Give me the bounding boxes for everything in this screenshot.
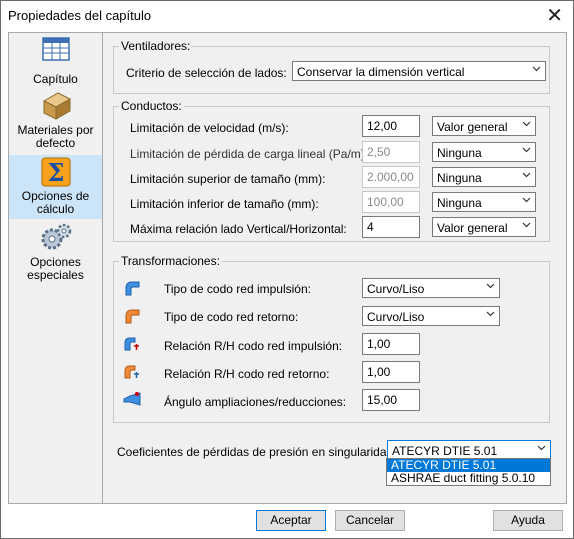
elbow-supply-icon	[125, 281, 140, 296]
velocidad-value: 12,00	[367, 119, 398, 133]
velocidad-label: Limitación de velocidad (m/s):	[130, 121, 289, 135]
duct-material-icon	[42, 92, 71, 120]
perdida-carga-value: 2,50	[367, 145, 391, 159]
sidebar-item-label: Opciones especiales	[27, 255, 84, 282]
svg-text:Σ: Σ	[47, 158, 64, 187]
criterio-value: Conservar la dimensión vertical	[297, 65, 465, 79]
perdida-carga-option-value: Ninguna	[437, 146, 482, 160]
chevron-down-icon	[532, 66, 541, 72]
angle-transition-icon	[123, 392, 141, 406]
dropdown-option-ashrae[interactable]: ASHRAE duct fitting 5.0.10	[387, 472, 550, 485]
coeficientes-value: ATECYR DTIE 5.01	[392, 444, 498, 458]
rh-retorno-value: 1,00	[367, 365, 391, 379]
cancel-button[interactable]: Cancelar	[335, 510, 405, 531]
tamano-inferior-label: Limitación inferior de tamaño (mm):	[130, 197, 319, 211]
properties-dialog: Propiedades del capítulo ✕ Capítulo Mate…	[0, 0, 574, 539]
angulo-value: 15,00	[367, 393, 398, 407]
coeficientes-select[interactable]: ATECYR DTIE 5.01	[387, 440, 551, 460]
table-icon	[41, 37, 70, 61]
angulo-label: Ángulo ampliaciones/reducciones:	[164, 395, 347, 409]
conductos-group: Conductos: Limitación de velocidad (m/s)…	[113, 99, 550, 242]
title-bar: Propiedades del capítulo ✕	[1, 1, 573, 31]
relacion-lados-option-value: Valor general	[437, 221, 508, 235]
help-button[interactable]: Ayuda	[493, 510, 563, 531]
sidebar-item-label: Materiales por defecto	[17, 123, 94, 150]
codo-retorno-label: Tipo de codo red retorno:	[164, 310, 299, 324]
velocidad-input[interactable]: 12,00	[362, 115, 420, 137]
velocidad-option-select[interactable]: Valor general	[432, 116, 536, 136]
rh-retorno-input[interactable]: 1,00	[362, 361, 420, 383]
elbow-return-icon	[125, 309, 140, 324]
rh-retorno-label: Relación R/H codo red retorno:	[164, 367, 330, 381]
chevron-down-icon	[522, 172, 531, 178]
codo-impulsion-value: Curvo/Liso	[367, 282, 425, 296]
velocidad-option-value: Valor general	[437, 120, 508, 134]
tamano-inferior-option-value: Ninguna	[437, 196, 482, 210]
perdida-carga-option-select[interactable]: Ninguna	[432, 142, 536, 162]
sidebar-item-capitulo[interactable]: Capítulo	[9, 37, 102, 89]
dialog-title: Propiedades del capítulo	[8, 8, 152, 23]
conductos-legend: Conductos:	[119, 99, 184, 113]
relacion-lados-option-select[interactable]: Valor general	[432, 217, 536, 237]
chevron-down-icon	[522, 197, 531, 203]
rh-impulsion-value: 1,00	[367, 337, 391, 351]
codo-impulsion-select[interactable]: Curvo/Liso	[362, 278, 500, 298]
sidebar-item-opciones-especiales[interactable]: Opciones especiales	[9, 223, 102, 283]
coeficientes-dropdown-list: ATECYR DTIE 5.01 ASHRAE duct fitting 5.0…	[386, 458, 551, 486]
ventiladores-group: Ventiladores: Criterio de selección de l…	[113, 39, 550, 94]
rh-impulsion-input[interactable]: 1,00	[362, 333, 420, 355]
ratio-supply-icon	[124, 337, 139, 351]
rh-impulsion-label: Relación R/H codo red impulsión:	[164, 339, 343, 353]
criterio-label: Criterio de selección de lados:	[126, 66, 287, 80]
tamano-superior-option-value: Ninguna	[437, 171, 482, 185]
content-panel: Ventiladores: Criterio de selección de l…	[102, 32, 567, 504]
sidebar-item-label: Capítulo	[33, 72, 78, 86]
tamano-inferior-value: 100,00	[367, 195, 404, 209]
close-icon[interactable]: ✕	[546, 4, 563, 28]
tamano-superior-option-select[interactable]: Ninguna	[432, 167, 536, 187]
tamano-inferior-input: 100,00	[362, 191, 420, 213]
sidebar-item-opciones-calculo[interactable]: Σ Opciones de cálculo	[9, 155, 102, 219]
codo-impulsion-label: Tipo de codo red impulsión:	[164, 282, 311, 296]
transformaciones-group: Transformaciones: Tipo de codo red impul…	[113, 254, 550, 423]
chevron-down-icon	[522, 121, 531, 127]
chevron-down-icon	[522, 147, 531, 153]
chevron-down-icon	[486, 283, 495, 289]
tamano-superior-input: 2.000,00	[362, 166, 420, 188]
relacion-lados-value: 4	[367, 220, 374, 234]
perdida-carga-input: 2,50	[362, 141, 420, 163]
sigma-icon: Σ	[41, 157, 70, 187]
perdida-carga-label: Limitación de pérdida de carga lineal (P…	[130, 147, 369, 161]
ventiladores-legend: Ventiladores:	[119, 39, 193, 53]
gears-icon	[41, 223, 71, 250]
relacion-lados-label: Máxima relación lado Vertical/Horizontal…	[130, 222, 347, 236]
criterio-select[interactable]: Conservar la dimensión vertical	[292, 61, 546, 81]
sidebar-item-materiales[interactable]: Materiales por defecto	[9, 91, 102, 153]
relacion-lados-input[interactable]: 4	[362, 216, 420, 238]
transformaciones-legend: Transformaciones:	[119, 254, 222, 268]
tamano-superior-value: 2.000,00	[367, 170, 414, 184]
accept-button[interactable]: Aceptar	[256, 510, 326, 531]
sidebar-item-label: Opciones de cálculo	[21, 189, 90, 216]
tamano-inferior-option-select[interactable]: Ninguna	[432, 192, 536, 212]
coeficientes-label: Coeficientes de pérdidas de presión en s…	[117, 445, 428, 459]
sidebar: Capítulo Materiales por defecto Σ Opcion…	[8, 32, 103, 504]
angulo-input[interactable]: 15,00	[362, 389, 420, 411]
codo-retorno-value: Curvo/Liso	[367, 310, 425, 324]
tamano-superior-label: Limitación superior de tamaño (mm):	[130, 172, 326, 186]
ratio-return-icon	[124, 365, 139, 379]
codo-retorno-select[interactable]: Curvo/Liso	[362, 306, 500, 326]
chevron-down-icon	[522, 222, 531, 228]
chevron-down-icon	[486, 311, 495, 317]
chevron-down-icon	[537, 445, 546, 451]
